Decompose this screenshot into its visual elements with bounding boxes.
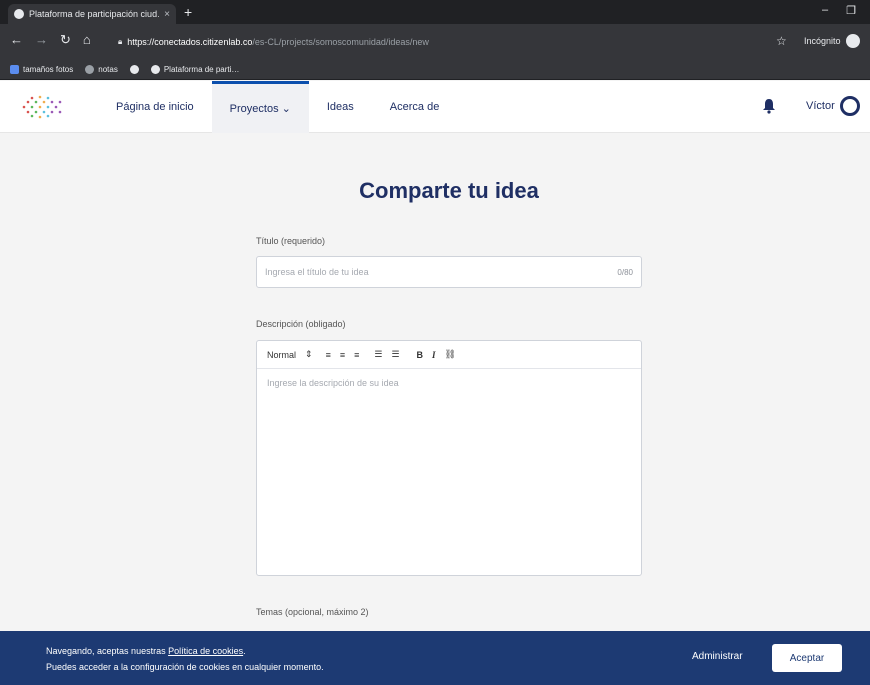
editor-toolbar: Normal ⇕ ≡ ≡ ≡ ☰ ☰ B I ⛓ <box>257 341 641 369</box>
format-select[interactable]: Normal <box>267 350 296 360</box>
incognito-indicator[interactable]: Incógnito <box>804 34 860 48</box>
reload-icon[interactable]: ↻ <box>60 32 71 48</box>
bullet-list-icon[interactable]: ☰ <box>391 349 399 360</box>
browser-tab[interactable]: Plataforma de participación ciud… × <box>8 4 176 24</box>
site-logo-icon[interactable] <box>20 93 66 121</box>
window-controls: – ❐ <box>822 4 856 17</box>
nav-item-about[interactable]: Acerca de <box>372 81 458 133</box>
align-center-icon[interactable]: ≡ <box>340 350 345 360</box>
incognito-label: Incógnito <box>804 36 841 46</box>
nav-item-ideas[interactable]: Ideas <box>309 81 372 133</box>
cookie-policy-link[interactable]: Política de cookies <box>168 646 243 656</box>
lock-icon: 🔒︎ <box>118 37 123 46</box>
notifications-bell-icon[interactable] <box>762 98 776 114</box>
bookmark-favicon-icon <box>129 65 139 74</box>
tab-close-icon[interactable]: × <box>164 9 170 20</box>
italic-icon[interactable]: I <box>432 350 436 360</box>
manage-cookies-button[interactable]: Administrar <box>692 651 743 662</box>
title-field-label: Título (requerido) <box>256 236 326 246</box>
user-avatar-icon <box>839 96 860 116</box>
address-bar[interactable]: 🔒︎ https://conectados.citizenlab.co/es-C… <box>118 32 678 52</box>
browser-tab-strip: Plataforma de participación ciud… × + – … <box>0 0 870 24</box>
page-title: Comparte tu idea <box>359 178 539 203</box>
home-icon[interactable]: ⌂ <box>83 32 91 48</box>
url-path: /es-CL/projects/somoscomunidad/ideas/new <box>252 37 429 47</box>
idea-title-input[interactable]: Ingresa el título de tu idea 0/80 <box>256 256 642 288</box>
url-host: https://conectados.citizenlab.co <box>127 37 253 47</box>
bookmark-favicon-icon <box>150 65 160 74</box>
browser-toolbar: ← → ↻ ⌂ 🔒︎ https://conectados.citizenlab… <box>0 24 870 60</box>
topics-field-label: Temas (opcional, máximo 2) <box>256 607 369 617</box>
cookie-settings-note: Puedes acceder a la configuración de coo… <box>46 662 324 672</box>
restore-icon[interactable]: ❐ <box>846 4 856 17</box>
description-field-label: Descripción (obligado) <box>256 319 346 329</box>
bookmark-item[interactable]: tamaños fotos <box>10 65 73 74</box>
user-menu[interactable]: Víctor <box>806 96 860 116</box>
description-textarea[interactable]: Ingrese la descripción de su idea <box>257 369 641 397</box>
main-nav: Página de inicio Proyectos ⌄ Ideas Acerc… <box>98 81 457 133</box>
title-char-counter: 0/80 <box>617 267 633 277</box>
bookmark-favicon-icon <box>10 65 19 74</box>
tab-title: Plataforma de participación ciud… <box>29 9 160 19</box>
cookie-message: Navegando, aceptas nuestras Política de … <box>46 643 324 675</box>
new-tab-button[interactable]: + <box>184 4 192 20</box>
nav-item-projects[interactable]: Proyectos ⌄ <box>211 81 309 133</box>
cookie-banner: Navegando, aceptas nuestras Política de … <box>0 631 870 685</box>
user-name: Víctor <box>806 100 835 112</box>
bold-icon[interactable]: B <box>417 350 424 360</box>
description-editor: Normal ⇕ ≡ ≡ ≡ ☰ ☰ B I ⛓ Ingrese la desc… <box>256 340 642 576</box>
forward-icon[interactable]: → <box>35 32 48 48</box>
back-icon[interactable]: ← <box>10 32 23 48</box>
format-select-arrow-icon[interactable]: ⇕ <box>305 349 313 360</box>
nav-item-home[interactable]: Página de inicio <box>98 81 212 133</box>
description-placeholder: Ingrese la descripción de su idea <box>267 378 399 388</box>
browser-nav-buttons: ← → ↻ ⌂ <box>10 32 91 48</box>
bookmark-favicon-icon <box>85 65 95 74</box>
title-placeholder: Ingresa el título de tu idea <box>265 267 369 277</box>
link-icon[interactable]: ⛓ <box>445 349 456 360</box>
ordered-list-icon[interactable]: ☰ <box>374 349 382 360</box>
align-left-icon[interactable]: ≡ <box>326 350 331 360</box>
bookmark-item[interactable]: Plataforma de parti… <box>150 65 239 74</box>
site-header: Página de inicio Proyectos ⌄ Ideas Acerc… <box>0 81 870 133</box>
bookmark-item[interactable]: notas <box>85 65 118 74</box>
bookmark-item[interactable] <box>129 65 139 74</box>
incognito-icon <box>845 34 860 48</box>
bookmarks-bar: tamaños fotos notas Plataforma de parti… <box>0 60 870 80</box>
align-right-icon[interactable]: ≡ <box>354 350 359 360</box>
accept-cookies-button[interactable]: Aceptar <box>772 644 842 672</box>
site-favicon-icon <box>14 9 24 19</box>
minimize-icon[interactable]: – <box>822 4 828 17</box>
bookmark-star-icon[interactable]: ☆ <box>776 34 787 48</box>
